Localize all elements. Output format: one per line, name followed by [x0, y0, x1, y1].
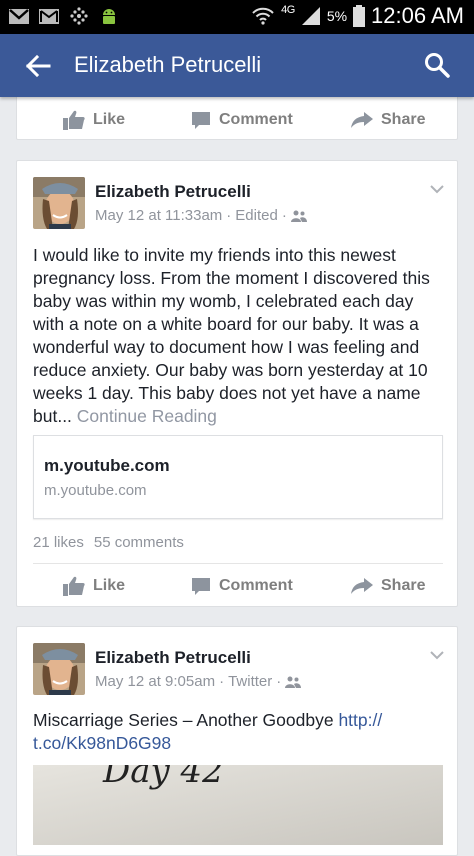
share-button[interactable]: Share: [351, 564, 425, 608]
post-meta: May 12 at 9:05am · Twitter ·: [95, 673, 302, 690]
post-author[interactable]: Elizabeth Petrucelli: [95, 648, 251, 668]
like-label: Like: [93, 577, 126, 594]
photo-handwriting: Day 42: [103, 765, 224, 791]
thumbs-up-icon: [63, 110, 85, 130]
friends-icon: [285, 676, 302, 688]
share-label: Share: [381, 577, 426, 594]
clock: 12:06 AM: [371, 3, 464, 28]
share-icon: [351, 578, 373, 594]
search-icon[interactable]: [424, 52, 450, 78]
post-body-text: Miscarriage Series – Another Goodbye: [33, 710, 334, 730]
edited-label[interactable]: Edited: [235, 207, 278, 224]
arrow-back-icon[interactable]: [24, 52, 52, 80]
post-url-link[interactable]: t.co/Kk98nD6G98: [33, 733, 171, 753]
friends-icon: [290, 210, 307, 222]
likes-count[interactable]: 21 likes: [33, 534, 84, 551]
link-preview[interactable]: m.youtube.com m.youtube.com: [33, 435, 443, 519]
share-label: Share: [381, 111, 426, 128]
avatar[interactable]: [33, 643, 85, 695]
comment-label: Comment: [219, 111, 293, 128]
like-button[interactable]: Like: [63, 564, 125, 608]
like-label: Like: [93, 111, 126, 128]
link-domain: m.youtube.com: [44, 482, 147, 499]
network-type: 4G: [281, 4, 295, 16]
comment-label: Comment: [219, 577, 293, 594]
email-icon: [39, 9, 59, 24]
share-icon: [351, 112, 373, 128]
battery-percent: 5%: [326, 8, 348, 24]
battery-icon: [353, 5, 366, 27]
meta-separator: ·: [226, 207, 232, 224]
comment-button[interactable]: Comment: [191, 98, 293, 142]
status-bar: 4G 5% 12:06 AM: [0, 0, 474, 34]
post-actions: Like Comment Share: [17, 564, 457, 608]
post-card: Elizabeth Petrucelli May 12 at 11:33am ·…: [16, 160, 458, 607]
wifi-icon: [252, 7, 274, 25]
chevron-down-icon[interactable]: [429, 649, 445, 661]
gmail-icon: [9, 9, 29, 24]
avatar[interactable]: [33, 177, 85, 229]
meta-separator: ·: [281, 207, 287, 224]
post-body: Miscarriage Series – Another Goodbye htt…: [33, 709, 445, 755]
android-icon: [103, 9, 115, 24]
app-bar: Elizabeth Petrucelli: [0, 34, 474, 97]
chevron-down-icon[interactable]: [429, 183, 445, 195]
post-author[interactable]: Elizabeth Petrucelli: [95, 182, 251, 202]
comment-button[interactable]: Comment: [191, 564, 293, 608]
post-url-link[interactable]: http://: [338, 710, 382, 730]
like-button[interactable]: Like: [63, 98, 125, 142]
reaction-counts: 21 likes 55 comments: [33, 534, 184, 551]
post-time[interactable]: May 12 at 9:05am: [95, 673, 215, 690]
app-dots-icon: [70, 7, 88, 25]
post-body-text: I would like to invite my friends into t…: [33, 245, 430, 426]
meta-separator: ·: [219, 673, 225, 690]
post-actions: Like Comment Share: [17, 98, 457, 142]
meta-separator: ·: [276, 673, 282, 690]
via-label[interactable]: Twitter: [228, 673, 272, 690]
comments-count[interactable]: 55 comments: [94, 534, 184, 551]
share-button[interactable]: Share: [351, 98, 425, 142]
post-body: I would like to invite my friends into t…: [33, 244, 445, 428]
post-time[interactable]: May 12 at 11:33am: [95, 207, 222, 224]
comment-icon: [192, 578, 210, 595]
comment-icon: [192, 112, 210, 129]
signal-icon: [301, 7, 320, 25]
post-meta: May 12 at 11:33am · Edited ·: [95, 207, 307, 224]
thumbs-up-icon: [63, 576, 85, 596]
post-photo[interactable]: Day 42: [33, 765, 443, 845]
link-title: m.youtube.com: [44, 456, 170, 475]
post-card: Elizabeth Petrucelli May 12 at 9:05am · …: [16, 626, 458, 856]
page-title: Elizabeth Petrucelli: [74, 52, 262, 77]
continue-reading-link[interactable]: Continue Reading: [77, 406, 217, 426]
